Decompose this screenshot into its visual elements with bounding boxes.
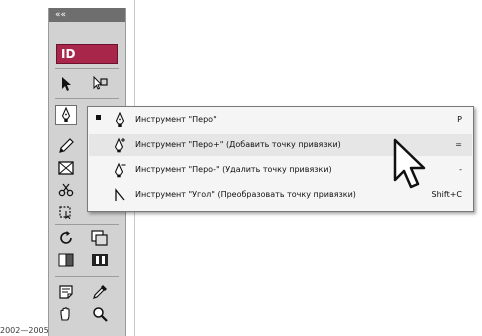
note-icon	[59, 285, 73, 299]
gradient-feather-tool[interactable]	[89, 250, 111, 270]
tools-divider	[55, 276, 119, 277]
rotate-tool[interactable]	[55, 228, 77, 248]
selection-tool[interactable]	[55, 74, 77, 94]
menu-item-label: Инструмент "Перо"	[135, 115, 217, 124]
pen-icon	[115, 112, 125, 127]
pen-tool[interactable]	[55, 105, 77, 125]
selected-indicator-icon	[96, 115, 101, 120]
selection-arrow-icon	[62, 77, 71, 91]
hand-icon	[60, 307, 70, 321]
tools-panel-header[interactable]: ««	[49, 8, 125, 22]
gradient-swatch-icon	[58, 253, 74, 267]
mouse-pointer-icon	[393, 138, 426, 189]
app-logo: ID	[56, 44, 118, 64]
menu-item-label: Инструмент "Угол" (Преобразовать точку п…	[135, 190, 356, 199]
scissors-tool[interactable]	[55, 180, 77, 200]
pencil-icon	[59, 138, 74, 153]
delete-anchor-pen-icon	[114, 162, 126, 178]
scale-icon	[91, 230, 108, 246]
add-anchor-pen-icon	[114, 137, 125, 153]
menu-item-shortcut: =	[455, 140, 462, 149]
eyedropper-icon	[93, 285, 107, 299]
magnifier-icon	[93, 307, 108, 322]
tools-divider	[55, 98, 119, 99]
tools-divider	[55, 68, 119, 69]
gradient-feather-icon	[92, 254, 108, 266]
menu-item-label: Инструмент "Перо-" (Удалить точку привяз…	[135, 165, 332, 174]
menu-item-shortcut: P	[457, 115, 462, 124]
pen-icon	[61, 107, 71, 122]
gradient-tool[interactable]	[55, 250, 77, 270]
menu-item-label: Инструмент "Перо+" (Добавить точку привя…	[135, 140, 341, 149]
convert-direction-point-icon	[115, 188, 125, 201]
direct-selection-tool[interactable]	[89, 74, 111, 94]
scale-tool[interactable]	[89, 228, 111, 248]
zoom-tool[interactable]	[89, 304, 111, 324]
rotate-icon	[60, 231, 72, 244]
note-tool[interactable]	[55, 282, 77, 302]
rectangle-frame-icon	[58, 161, 74, 175]
collapse-panel-icon[interactable]: ««	[55, 9, 66, 21]
hand-tool[interactable]	[55, 304, 77, 324]
menu-item-shortcut: -	[459, 165, 462, 174]
scissors-icon	[58, 183, 74, 197]
free-transform-icon	[59, 206, 71, 219]
menu-item-shortcut: Shift+C	[431, 190, 462, 199]
menu-item-pen-tool[interactable]: Инструмент "Перо" P	[89, 109, 472, 131]
rectangle-frame-tool[interactable]	[55, 158, 77, 178]
direct-selection-arrow-icon	[93, 76, 108, 90]
eyedropper-tool[interactable]	[89, 282, 111, 302]
pencil-tool[interactable]	[55, 136, 77, 156]
cropped-caption-text: 2002—2005	[0, 326, 49, 335]
tools-divider	[55, 224, 119, 225]
free-transform-tool[interactable]	[55, 202, 77, 222]
